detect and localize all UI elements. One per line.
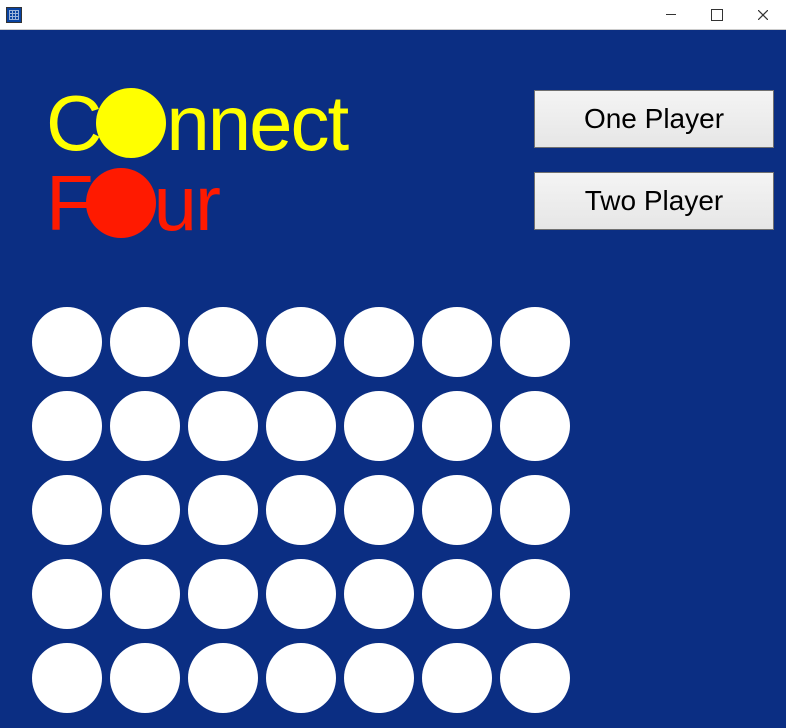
board-cell[interactable] — [500, 475, 570, 545]
minimize-button[interactable] — [648, 0, 694, 29]
board-cell[interactable] — [422, 475, 492, 545]
board-cell[interactable] — [110, 307, 180, 377]
close-button[interactable] — [740, 0, 786, 29]
board-cell[interactable] — [188, 559, 258, 629]
board-cell[interactable] — [32, 307, 102, 377]
logo-text-ur: ur — [154, 164, 219, 242]
board-cell[interactable] — [344, 307, 414, 377]
logo-text-c: C — [46, 84, 100, 162]
logo-text-f: F — [46, 164, 92, 242]
board-cell[interactable] — [188, 643, 258, 713]
logo-line-connect: C nnect — [46, 84, 347, 162]
board-cell[interactable] — [266, 475, 336, 545]
game-area: C nnect F ur One Player Two Player — [0, 30, 786, 728]
board-cell[interactable] — [344, 391, 414, 461]
board-cell[interactable] — [188, 391, 258, 461]
maximize-button[interactable] — [694, 0, 740, 29]
board-cell[interactable] — [266, 643, 336, 713]
board-cell[interactable] — [500, 559, 570, 629]
board-cell[interactable] — [344, 475, 414, 545]
mode-buttons: One Player Two Player — [534, 90, 774, 230]
one-player-button[interactable]: One Player — [534, 90, 774, 148]
board-cell[interactable] — [422, 307, 492, 377]
board-cell[interactable] — [266, 559, 336, 629]
board-cell[interactable] — [266, 307, 336, 377]
board-cell[interactable] — [110, 643, 180, 713]
board-cell[interactable] — [32, 391, 102, 461]
red-disc-icon — [86, 168, 156, 238]
logo-text-nnect: nnect — [166, 84, 347, 162]
board-cell[interactable] — [188, 475, 258, 545]
logo-line-four: F ur — [46, 164, 347, 242]
board-cell[interactable] — [500, 643, 570, 713]
board-cell[interactable] — [344, 643, 414, 713]
window-controls — [648, 0, 786, 29]
board-cell[interactable] — [422, 643, 492, 713]
game-title-logo: C nnect F ur — [46, 84, 347, 242]
board-cell[interactable] — [110, 475, 180, 545]
board-cell[interactable] — [110, 559, 180, 629]
board-cell[interactable] — [266, 391, 336, 461]
board-cell[interactable] — [32, 643, 102, 713]
board-cell[interactable] — [188, 307, 258, 377]
board-cell[interactable] — [32, 475, 102, 545]
game-board[interactable] — [28, 300, 574, 720]
board-cell[interactable] — [422, 559, 492, 629]
app-icon — [6, 7, 22, 23]
two-player-button[interactable]: Two Player — [534, 172, 774, 230]
window-titlebar — [0, 0, 786, 30]
board-cell[interactable] — [32, 559, 102, 629]
board-cell[interactable] — [344, 559, 414, 629]
board-cell[interactable] — [422, 391, 492, 461]
board-cell[interactable] — [500, 391, 570, 461]
board-cell[interactable] — [500, 307, 570, 377]
yellow-disc-icon — [96, 88, 166, 158]
board-cell[interactable] — [110, 391, 180, 461]
